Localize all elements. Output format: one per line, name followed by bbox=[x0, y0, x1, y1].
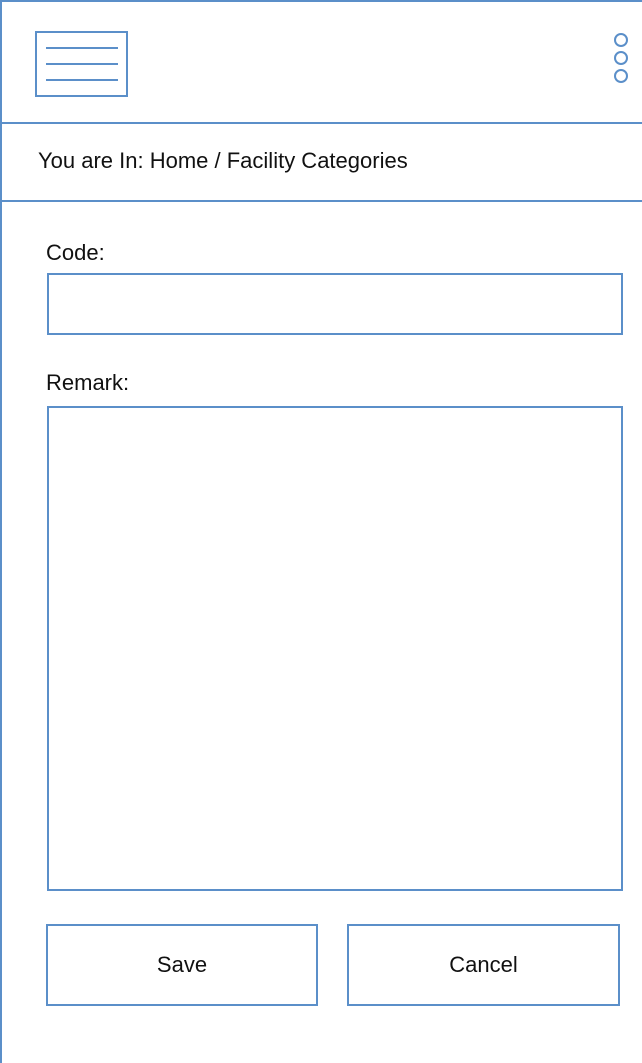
dot bbox=[614, 51, 628, 65]
hamburger-menu-icon[interactable] bbox=[35, 31, 128, 97]
code-label: Code: bbox=[46, 240, 105, 265]
code-input[interactable] bbox=[47, 273, 623, 335]
vertical-dots-icon[interactable] bbox=[613, 33, 629, 93]
top-bar bbox=[0, 0, 642, 124]
breadcrumb: You are In: Home / Facility Categories bbox=[38, 148, 408, 173]
remark-label: Remark: bbox=[46, 370, 130, 395]
menu-bar bbox=[46, 63, 118, 65]
remark-textarea[interactable] bbox=[47, 406, 623, 891]
dot bbox=[614, 33, 628, 47]
dot bbox=[614, 69, 628, 83]
menu-bar bbox=[46, 79, 118, 81]
save-button[interactable]: Save bbox=[46, 924, 318, 1006]
breadcrumb-bar: You are In: Home / Facility Categories bbox=[0, 124, 642, 202]
menu-bar bbox=[46, 47, 118, 49]
cancel-button[interactable]: Cancel bbox=[347, 924, 620, 1006]
